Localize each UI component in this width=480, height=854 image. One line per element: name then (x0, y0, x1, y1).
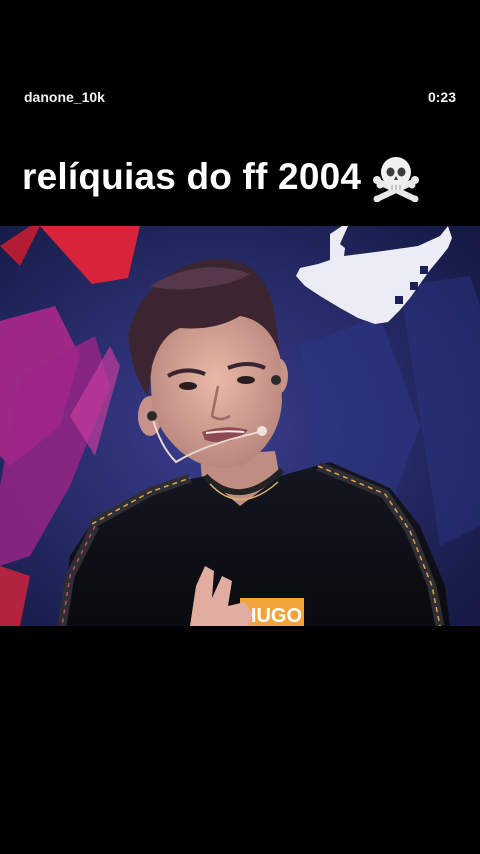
video-player[interactable]: HUGO (0, 226, 480, 626)
video-caption: relíquias do ff 2004 (22, 152, 462, 203)
video-timestamp: 0:23 (427, 89, 456, 105)
bottom-blank-area (0, 626, 480, 854)
skull-and-crossbones-icon (371, 152, 421, 203)
video-frame: HUGO (0, 226, 480, 626)
caption-text: relíquias do ff 2004 (22, 156, 362, 197)
video-post-screen: danone_10k 0:23 relíquias do ff 2004 HUG… (0, 0, 480, 854)
author-username[interactable]: danone_10k (24, 89, 105, 105)
